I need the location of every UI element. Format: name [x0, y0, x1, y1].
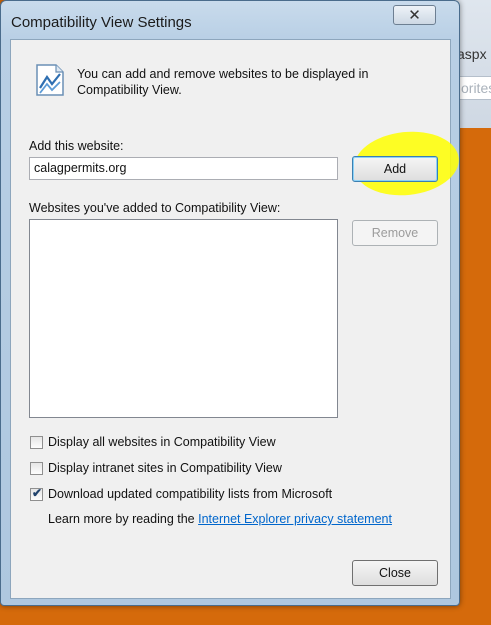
- download-lists-label: Download updated compatibility lists fro…: [48, 487, 333, 501]
- learn-more-prefix: Learn more by reading the: [48, 512, 195, 526]
- add-website-label: Add this website:: [29, 139, 124, 153]
- learn-more-text: Learn more by reading the Internet Explo…: [48, 512, 392, 526]
- display-all-checkbox[interactable]: [30, 436, 43, 449]
- compatibility-view-dialog: Compatibility View Settings ✕ You can ad…: [0, 0, 463, 606]
- privacy-statement-link[interactable]: Internet Explorer privacy statement: [198, 512, 392, 526]
- background-browser-window: [455, 0, 491, 128]
- download-lists-checkbox[interactable]: ✔: [30, 486, 43, 501]
- title-bar: Compatibility View Settings ✕: [1, 1, 459, 39]
- display-all-label: Display all websites in Compatibility Vi…: [48, 435, 276, 449]
- checkmark-icon: ✔: [32, 486, 43, 500]
- close-icon: ✕: [408, 7, 421, 24]
- info-text: You can add and remove websites to be di…: [77, 67, 369, 97]
- display-intranet-label: Display intranet sites in Compatibility …: [48, 461, 282, 475]
- websites-listbox[interactable]: [29, 219, 338, 418]
- websites-list-label: Websites you've added to Compatibility V…: [29, 201, 281, 215]
- close-button[interactable]: Close: [352, 560, 438, 586]
- background-tab-text: aspx: [457, 46, 487, 62]
- compatibility-view-icon: [36, 64, 64, 96]
- add-button[interactable]: Add: [352, 156, 438, 182]
- add-website-input[interactable]: calagpermits.org: [29, 157, 338, 180]
- dialog-title: Compatibility View Settings: [11, 14, 192, 31]
- background-search-box: orites: [458, 76, 491, 100]
- dialog-content: You can add and remove websites to be di…: [10, 39, 463, 599]
- close-window-button[interactable]: ✕: [393, 5, 436, 25]
- display-intranet-checkbox[interactable]: [30, 462, 43, 475]
- remove-button[interactable]: Remove: [352, 220, 438, 246]
